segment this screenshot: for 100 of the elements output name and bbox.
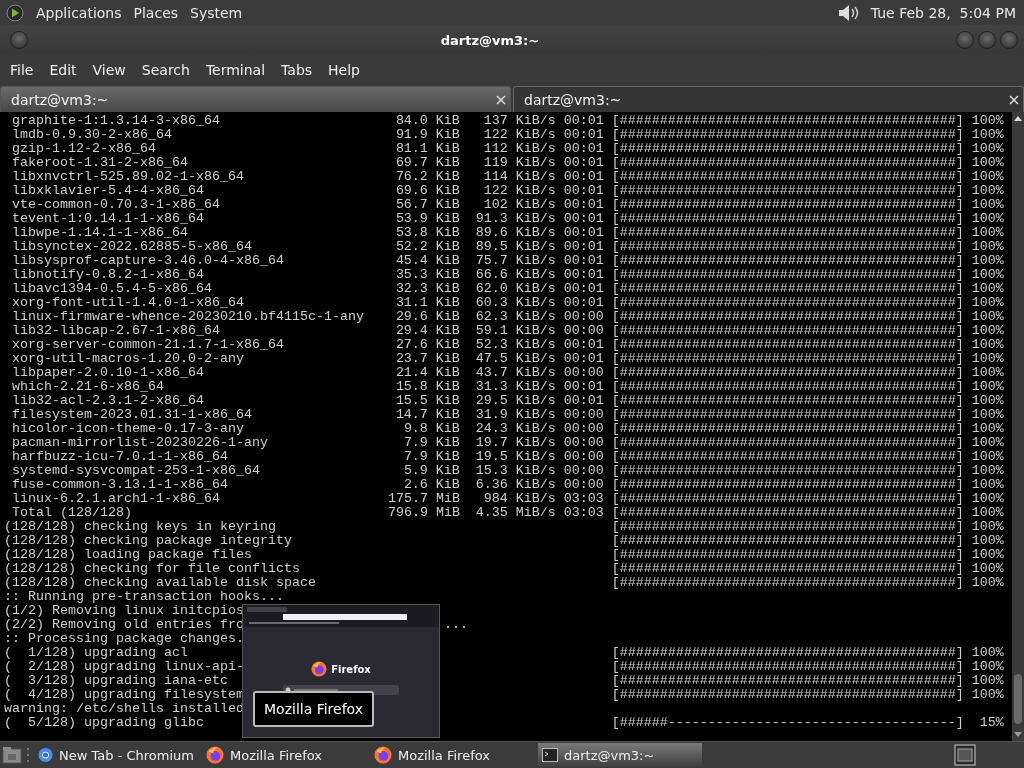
terminal-line: ( 1/128) upgrading acl <box>4 645 188 660</box>
progress-bar-text: [##########################################] <box>611 435 964 450</box>
download-size: 52.2 KiB <box>395 239 460 254</box>
window-preview[interactable]: Firefox Mozilla Firefox <box>242 604 440 738</box>
progress-bar-text: [##########################################] <box>611 239 964 254</box>
progress-bar-text: [##########################################] <box>611 407 964 422</box>
scrollbar-thumb[interactable] <box>1014 674 1022 724</box>
minimize-button[interactable] <box>956 31 974 49</box>
elapsed-time: 00:01 <box>563 113 604 128</box>
panel-menu[interactable]: System <box>190 4 243 21</box>
progress-percent: 100% <box>971 113 1004 128</box>
menu-item[interactable]: File <box>2 58 42 82</box>
progress-percent: 100% <box>971 519 1004 534</box>
progress-percent: 100% <box>971 281 1004 296</box>
taskbar-button[interactable]: Mozilla Firefox <box>202 743 366 767</box>
elapsed-time: 00:01 <box>563 337 604 352</box>
elapsed-time: 00:01 <box>563 183 604 198</box>
progress-bar-text: [##########################################] <box>611 211 964 226</box>
progress-bar-text: [##########################################] <box>611 127 964 142</box>
package-name: libwpe-1.14.1-1-x86_64 <box>12 225 188 240</box>
clock[interactable]: Tue Feb 28, 5:04 PM <box>870 4 1016 21</box>
download-size: 15.8 KiB <box>395 379 460 394</box>
progress-bar-text: [##########################################] <box>611 197 964 212</box>
taskbar-button[interactable]: dartz@vm3:~ <box>538 743 702 767</box>
elapsed-time: 00:01 <box>563 127 604 142</box>
progress-bar-text: [##########################################] <box>611 281 964 296</box>
progress-bar-text: [##########################################] <box>611 295 964 310</box>
elapsed-time: 03:03 <box>563 491 604 506</box>
download-speed: 15.3 KiB/s <box>475 463 556 478</box>
download-speed: 6.36 KiB/s <box>475 477 556 492</box>
download-speed: 114 KiB/s <box>483 169 556 184</box>
terminal-line: ( 2/128) upgrading linux-api- <box>4 659 244 674</box>
scroll-up-icon <box>1014 116 1022 121</box>
close-icon <box>496 94 506 105</box>
panel-menu[interactable]: Places <box>133 4 179 21</box>
progress-percent: 100% <box>971 673 1004 688</box>
elapsed-time: 03:03 <box>563 505 604 520</box>
download-speed: 984 KiB/s <box>483 491 556 506</box>
volume-icon[interactable] <box>836 3 859 22</box>
terminal-tab[interactable]: dartz@vm3:~ <box>513 86 1024 112</box>
download-size: 53.8 KiB <box>395 225 460 240</box>
progress-bar-text: [##########################################] <box>611 379 964 394</box>
elapsed-time: 00:01 <box>563 239 604 254</box>
progress-percent: 100% <box>971 127 1004 142</box>
download-speed: 62.3 KiB/s <box>475 309 556 324</box>
window-menu-button[interactable] <box>10 31 28 49</box>
progress-percent: 100% <box>971 645 1004 660</box>
menu-item[interactable]: View <box>84 58 134 82</box>
window-title: dartz@vm3:~ <box>439 32 541 48</box>
elapsed-time: 00:01 <box>563 281 604 296</box>
browser-logo-icon <box>311 661 328 677</box>
download-speed: 31.9 KiB/s <box>475 407 556 422</box>
menu-item[interactable]: Search <box>133 58 198 82</box>
menu-item[interactable]: Help <box>320 58 368 82</box>
progress-bar-text: [##########################################] <box>611 323 964 338</box>
panel-menu[interactable]: Applications <box>36 4 122 21</box>
progress-percent: 100% <box>971 309 1004 324</box>
package-name: harfbuzz-icu-7.0.1-1-x86_64 <box>12 449 228 464</box>
package-name: libxnvctrl-525.89.02-1-x86_64 <box>12 169 244 184</box>
close-icon <box>1009 94 1019 105</box>
menu-logo-icon[interactable] <box>6 3 24 22</box>
progress-percent: 100% <box>971 155 1004 170</box>
download-size: 796.9 MiB <box>387 505 460 520</box>
package-name: gzip-1.12-2-x86_64 <box>12 141 156 156</box>
download-size: 15.5 KiB <box>395 393 460 408</box>
download-size: 45.4 KiB <box>395 253 460 268</box>
progress-bar-text: [##########################################] <box>611 113 964 128</box>
package-name: hicolor-icon-theme-0.17-3-any <box>12 421 244 436</box>
elapsed-time: 00:01 <box>563 197 604 212</box>
browser-icon <box>374 746 392 764</box>
download-size: 5.9 KiB <box>403 463 460 478</box>
terminal-tab[interactable]: dartz@vm3:~ <box>0 86 511 112</box>
menu-item[interactable]: Edit <box>41 58 85 82</box>
maximize-button[interactable] <box>978 31 996 49</box>
drag-handle-icon[interactable] <box>26 746 30 764</box>
taskbar-button[interactable]: Mozilla Firefox <box>370 743 534 767</box>
download-speed: 137 KiB/s <box>483 113 556 128</box>
progress-bar-text: [##########################################] <box>611 463 964 478</box>
elapsed-time: 00:00 <box>563 477 604 492</box>
elapsed-time: 00:00 <box>563 309 604 324</box>
download-size: 7.9 KiB <box>403 435 460 450</box>
menu-item[interactable]: Tabs <box>273 58 321 82</box>
download-speed: 112 KiB/s <box>483 141 556 156</box>
package-name: graphite-1:1.3.14-3-x86_64 <box>12 113 220 128</box>
show-desktop-icon[interactable] <box>2 746 22 764</box>
elapsed-time: 00:00 <box>563 435 604 450</box>
download-speed: 19.7 KiB/s <box>475 435 556 450</box>
terminal-line: :: Processing package changes. <box>4 631 244 646</box>
close-button[interactable] <box>1000 31 1018 49</box>
elapsed-time: 00:01 <box>563 155 604 170</box>
menu-item[interactable]: Terminal <box>197 58 274 82</box>
progress-bar-text: [##########################################] <box>611 309 964 324</box>
package-name: Total (128/128) <box>12 505 132 520</box>
package-name: libxklavier-5.4-4-x86_64 <box>12 183 204 198</box>
taskbar-button[interactable]: New Tab - Chromium <box>34 743 198 767</box>
progress-percent: 100% <box>971 575 1004 590</box>
terminal-line: (128/128) checking for file conflicts <box>4 561 300 576</box>
scrollbar-track[interactable] <box>1012 112 1024 741</box>
package-name: xorg-util-macros-1.20.0-2-any <box>12 351 244 366</box>
progress-bar-text: [##########################################] <box>611 365 964 380</box>
